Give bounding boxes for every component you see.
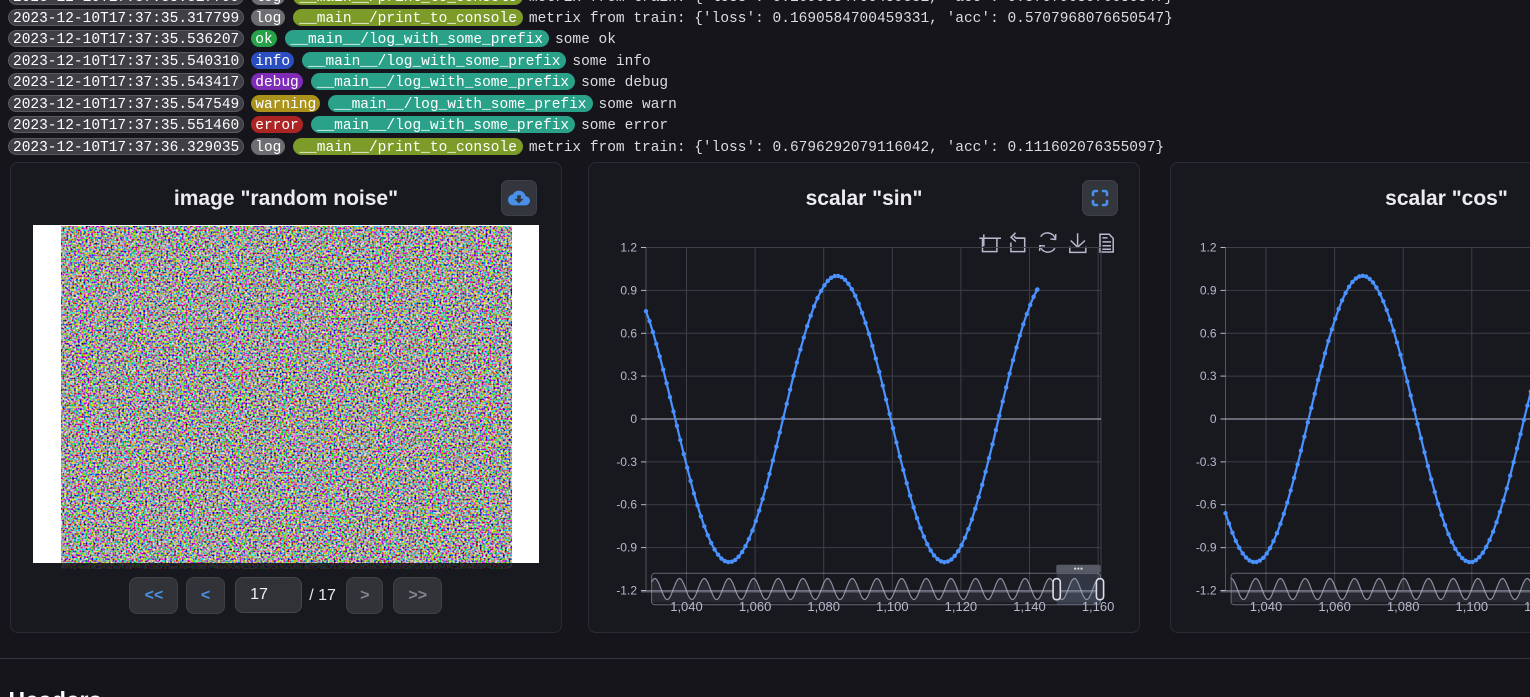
svg-text:1,120: 1,120 [1524,598,1530,613]
svg-text:1,140: 1,140 [1013,598,1046,613]
svg-text:1,080: 1,080 [807,598,840,613]
svg-text:1,080: 1,080 [1386,598,1419,613]
svg-text:0.3: 0.3 [1199,369,1216,383]
svg-text:-0.9: -0.9 [616,540,637,554]
svg-text:1,060: 1,060 [739,598,772,613]
svg-text:0.6: 0.6 [620,326,637,340]
svg-text:0.6: 0.6 [1199,326,1216,340]
svg-text:-1.2: -1.2 [1195,583,1216,597]
svg-text:1,100: 1,100 [876,598,909,613]
svg-text:0.9: 0.9 [620,283,637,297]
svg-text:-0.3: -0.3 [1195,454,1216,468]
svg-text:-0.6: -0.6 [616,497,637,511]
svg-text:1,040: 1,040 [1249,598,1282,613]
svg-text:-0.6: -0.6 [1195,497,1216,511]
svg-text:1,060: 1,060 [1318,598,1351,613]
svg-text:1,100: 1,100 [1455,598,1488,613]
svg-text:-1.2: -1.2 [616,583,637,597]
svg-text:0: 0 [630,412,637,426]
svg-text:1,040: 1,040 [670,598,703,613]
svg-text:1,160: 1,160 [1082,598,1115,613]
svg-text:1.2: 1.2 [1199,240,1216,254]
svg-text:-0.9: -0.9 [1195,540,1216,554]
svg-text:0: 0 [1209,412,1216,426]
svg-text:1.2: 1.2 [620,240,637,254]
svg-text:1,120: 1,120 [945,598,978,613]
svg-text:0.9: 0.9 [1199,283,1216,297]
svg-text:0.3: 0.3 [620,369,637,383]
svg-text:-0.3: -0.3 [616,454,637,468]
